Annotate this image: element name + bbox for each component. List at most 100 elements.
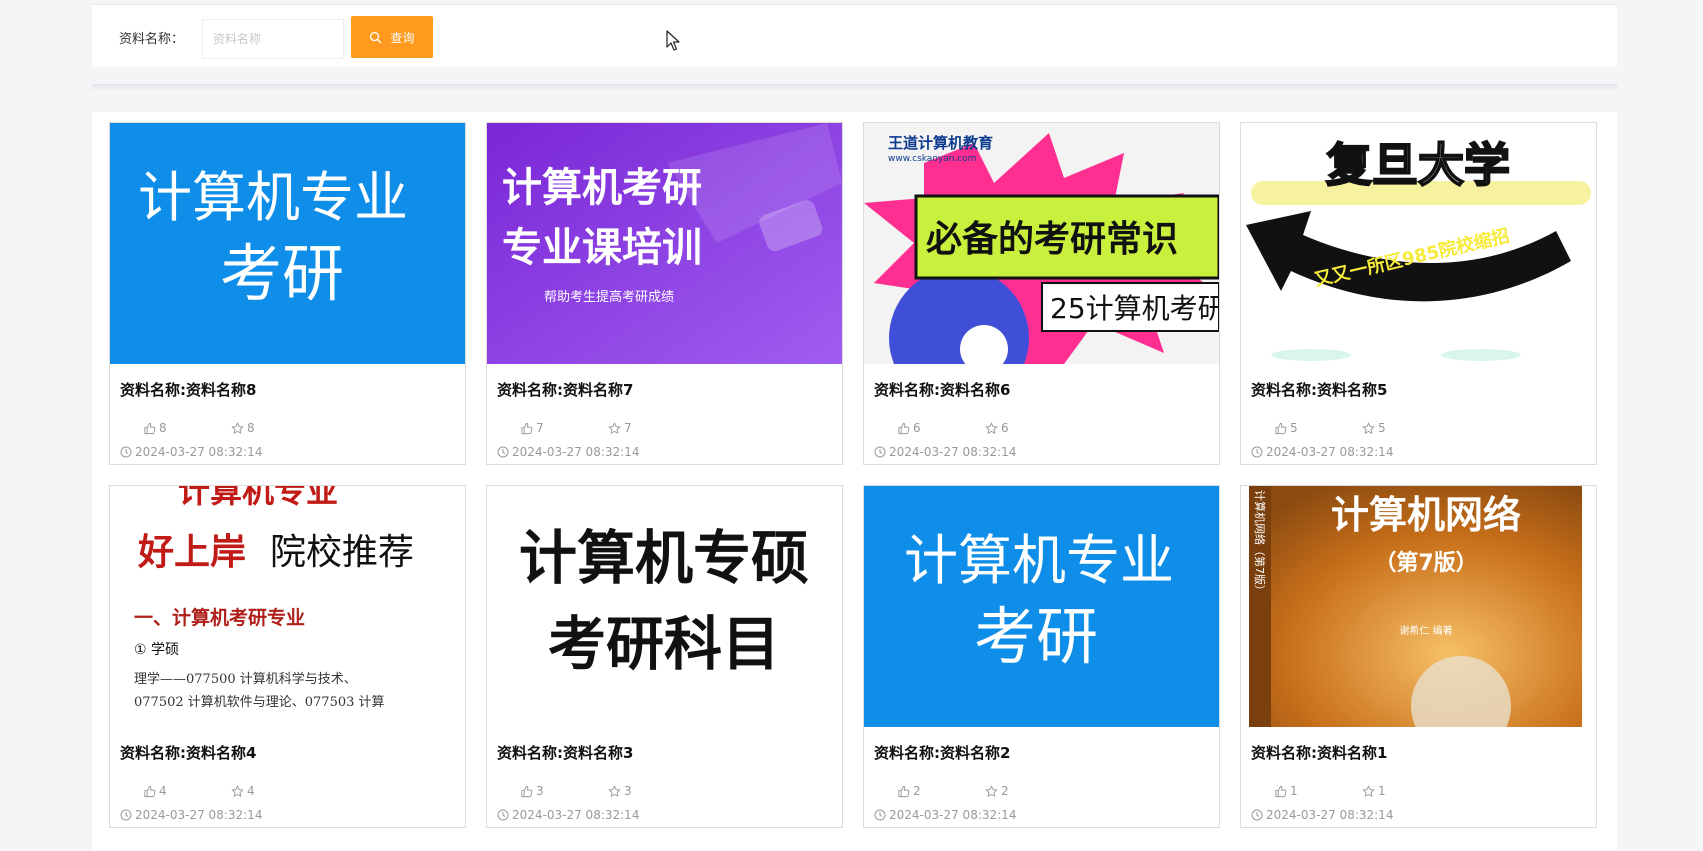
material-card[interactable]: 计算机专业 考研 资料名称:资料名称2 2 2 2024-03-27 08:32… xyxy=(863,485,1220,828)
favorite-count-value: 3 xyxy=(624,784,632,798)
like-count[interactable]: 7 xyxy=(520,421,544,435)
card-thumbnail[interactable]: 王道计算机教育 www.cskaoyan.com 必备的考研常识 25计算机考研 xyxy=(864,123,1219,364)
thumb-text: 考研 xyxy=(974,600,1098,673)
card-title[interactable]: 资料名称:资料名称7 xyxy=(497,379,633,400)
thumb-text: 计算机考研 xyxy=(502,165,702,211)
publish-time-value: 2024-03-27 08:32:14 xyxy=(889,445,1017,459)
thumb-text: ① 学硕 xyxy=(134,642,179,658)
like-count-value: 1 xyxy=(1290,784,1298,798)
favorite-count[interactable]: 7 xyxy=(608,421,632,435)
publish-time: 2024-03-27 08:32:14 xyxy=(1251,808,1393,822)
material-card[interactable]: 计算机专硕 考研科目 资料名称:资料名称3 3 3 2024-03-27 08:… xyxy=(486,485,843,828)
publish-time: 2024-03-27 08:32:14 xyxy=(497,445,639,459)
thumb-text: 考研 xyxy=(220,237,344,310)
thumb-text: 王道计算机教育 xyxy=(888,134,993,152)
card-title[interactable]: 资料名称:资料名称8 xyxy=(120,379,256,400)
card-thumbnail[interactable]: 计算机网络 （第7版） 谢希仁 编著 计算机网络（第7版） xyxy=(1241,486,1596,727)
publish-time-value: 2024-03-27 08:32:14 xyxy=(135,445,263,459)
clock-icon xyxy=(497,809,509,821)
divider-bar xyxy=(92,84,1617,90)
thumbs-up-icon xyxy=(521,422,533,434)
favorite-count-value: 1 xyxy=(1378,784,1386,798)
like-count[interactable]: 6 xyxy=(897,421,921,435)
favorite-count-value: 2 xyxy=(1001,784,1009,798)
thumb-text: 计算机专业 xyxy=(904,529,1174,592)
like-count[interactable]: 2 xyxy=(897,784,921,798)
clock-icon xyxy=(1251,446,1263,458)
card-title[interactable]: 资料名称:资料名称6 xyxy=(874,379,1010,400)
query-button[interactable]: 查询 xyxy=(351,16,433,58)
thumb-text: 理学——077500 计算机科学与技术、 xyxy=(134,671,357,687)
like-count-value: 5 xyxy=(1290,421,1298,435)
search-icon xyxy=(370,31,382,43)
card-thumbnail[interactable]: 计算机专业 考研 xyxy=(864,486,1219,727)
like-count[interactable]: 8 xyxy=(143,421,167,435)
favorite-count-value: 6 xyxy=(1001,421,1009,435)
publish-time: 2024-03-27 08:32:14 xyxy=(120,808,262,822)
favorite-count[interactable]: 1 xyxy=(1362,784,1386,798)
thumb-text: 计算机专业 xyxy=(178,486,338,510)
like-count[interactable]: 1 xyxy=(1274,784,1298,798)
card-thumbnail[interactable]: 计算机专业 好上岸 院校推荐 一、计算机考研专业 ① 学硕 理学——077500… xyxy=(110,486,465,727)
thumb-text: 帮助考生提高考研成绩 xyxy=(544,289,674,305)
card-title[interactable]: 资料名称:资料名称2 xyxy=(874,742,1010,763)
star-icon xyxy=(1362,421,1375,434)
search-panel: 资料名称： 查询 xyxy=(92,4,1617,67)
thumb-text: 计算机专业 xyxy=(138,166,408,229)
thumb-text: 一、计算机考研专业 xyxy=(134,606,305,629)
material-card[interactable]: 计算机网络 （第7版） 谢希仁 编著 计算机网络（第7版） 资料名称:资料名称1… xyxy=(1240,485,1597,828)
material-card[interactable]: 计算机考研 专业课培训 帮助考生提高考研成绩 资料名称:资料名称7 7 7 20… xyxy=(486,122,843,465)
like-count-value: 7 xyxy=(536,421,544,435)
star-icon xyxy=(985,421,998,434)
thumb-text: 好上岸 xyxy=(137,531,246,573)
query-button-label: 查询 xyxy=(390,30,415,45)
favorite-count[interactable]: 6 xyxy=(985,421,1009,435)
material-grid: 计算机专业 考研 资料名称:资料名称8 8 8 2024-03-27 08:32… xyxy=(92,112,1617,851)
clock-icon xyxy=(120,809,132,821)
publish-time: 2024-03-27 08:32:14 xyxy=(120,445,262,459)
publish-time: 2024-03-27 08:32:14 xyxy=(497,808,639,822)
like-count[interactable]: 4 xyxy=(143,784,167,798)
thumb-text: www.cskaoyan.com xyxy=(888,154,976,164)
thumbs-up-icon xyxy=(1275,785,1287,797)
card-title[interactable]: 资料名称:资料名称5 xyxy=(1251,379,1387,400)
card-thumbnail[interactable]: 复旦大学 又又一所区985院校缩招 xyxy=(1241,123,1596,364)
card-thumbnail[interactable]: 计算机考研 专业课培训 帮助考生提高考研成绩 xyxy=(487,123,842,364)
thumb-text: （第7版） xyxy=(1374,550,1477,576)
material-card[interactable]: 复旦大学 又又一所区985院校缩招 资料名称:资料名称5 5 5 2024-03… xyxy=(1240,122,1597,465)
publish-time: 2024-03-27 08:32:14 xyxy=(874,445,1016,459)
thumb-text: 必备的考研常识 xyxy=(926,219,1178,260)
favorite-count[interactable]: 5 xyxy=(1362,421,1386,435)
star-icon xyxy=(985,784,998,797)
star-icon xyxy=(231,784,244,797)
like-count[interactable]: 5 xyxy=(1274,421,1298,435)
thumb-text: 谢希仁 编著 xyxy=(1399,624,1452,637)
like-count-value: 4 xyxy=(159,784,167,798)
publish-time-value: 2024-03-27 08:32:14 xyxy=(512,808,640,822)
favorite-count[interactable]: 8 xyxy=(231,421,255,435)
like-count[interactable]: 3 xyxy=(520,784,544,798)
card-title[interactable]: 资料名称:资料名称3 xyxy=(497,742,633,763)
card-thumbnail[interactable]: 计算机专业 考研 xyxy=(110,123,465,364)
publish-time-value: 2024-03-27 08:32:14 xyxy=(1266,445,1394,459)
material-card[interactable]: 计算机专业 考研 资料名称:资料名称8 8 8 2024-03-27 08:32… xyxy=(109,122,466,465)
thumbs-up-icon xyxy=(521,785,533,797)
clock-icon xyxy=(874,809,886,821)
publish-time-value: 2024-03-27 08:32:14 xyxy=(512,445,640,459)
material-card[interactable]: 计算机专业 好上岸 院校推荐 一、计算机考研专业 ① 学硕 理学——077500… xyxy=(109,485,466,828)
favorite-count[interactable]: 2 xyxy=(985,784,1009,798)
clock-icon xyxy=(497,446,509,458)
card-thumbnail[interactable]: 计算机专硕 考研科目 xyxy=(487,486,842,727)
clock-icon xyxy=(874,446,886,458)
thumb-text: 院校推荐 xyxy=(270,532,414,573)
favorite-count-value: 7 xyxy=(624,421,632,435)
favorite-count-value: 4 xyxy=(247,784,255,798)
like-count-value: 3 xyxy=(536,784,544,798)
card-title[interactable]: 资料名称:资料名称4 xyxy=(120,742,256,763)
search-input[interactable] xyxy=(202,19,344,59)
search-label: 资料名称： xyxy=(119,32,185,47)
material-card[interactable]: 王道计算机教育 www.cskaoyan.com 必备的考研常识 25计算机考研… xyxy=(863,122,1220,465)
card-title[interactable]: 资料名称:资料名称1 xyxy=(1251,742,1387,763)
favorite-count[interactable]: 3 xyxy=(608,784,632,798)
favorite-count[interactable]: 4 xyxy=(231,784,255,798)
